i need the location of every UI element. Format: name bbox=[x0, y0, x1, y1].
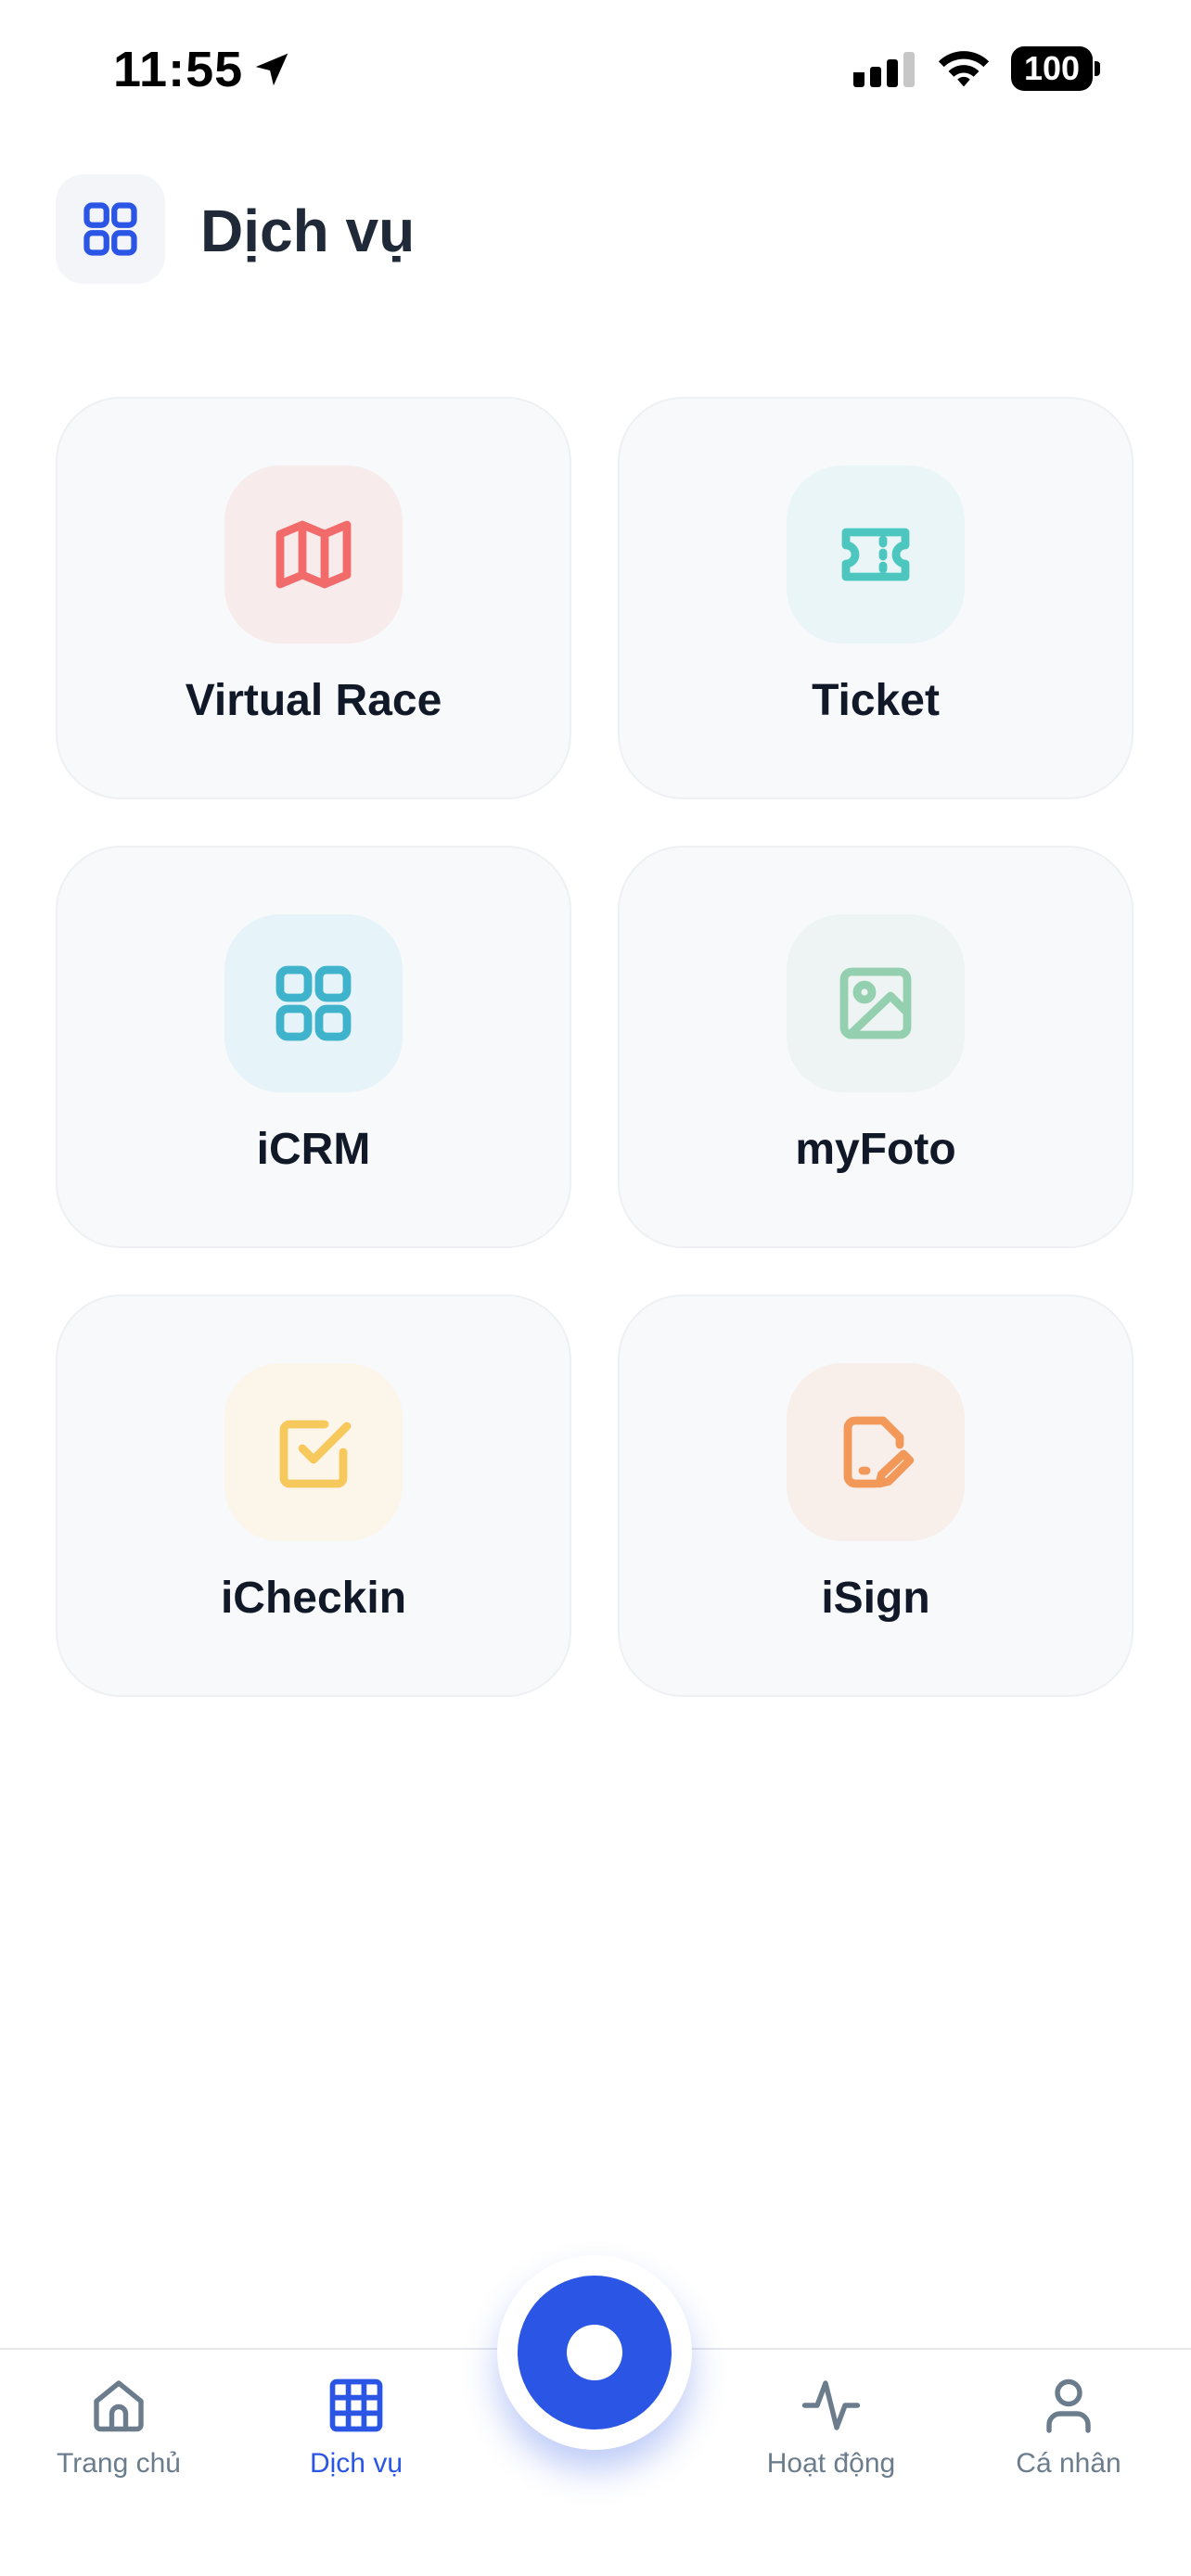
nav-label: Hoạt động bbox=[766, 2448, 896, 2479]
battery-icon: 100 bbox=[1011, 46, 1100, 91]
nav-item-profile[interactable]: Cá nhân bbox=[967, 2372, 1171, 2480]
service-card-icrm[interactable]: iCRM bbox=[56, 846, 571, 1248]
image-icon bbox=[839, 967, 912, 1039]
checkbox-icon bbox=[279, 1420, 352, 1488]
nav-label: Trang chủ bbox=[57, 2448, 181, 2479]
grid-icon bbox=[275, 965, 352, 1041]
grid-icon bbox=[329, 2378, 383, 2432]
file-signature-icon bbox=[843, 1416, 915, 1488]
service-icon-box bbox=[224, 465, 403, 644]
service-label: iCheckin bbox=[220, 1574, 407, 1623]
center-action-button[interactable] bbox=[518, 2276, 672, 2429]
service-label: myFoto bbox=[795, 1125, 956, 1174]
service-icon-box bbox=[787, 914, 965, 1092]
ticket-icon bbox=[841, 528, 910, 581]
page-title: Dịch vụ bbox=[200, 198, 416, 264]
nav-item-activity[interactable]: Hoạt động bbox=[729, 2372, 933, 2480]
service-label: Ticket bbox=[812, 676, 940, 725]
service-card-ticket[interactable]: Ticket bbox=[618, 397, 1133, 799]
battery-level: 100 bbox=[1011, 46, 1093, 91]
nav-item-services[interactable]: Dịch vụ bbox=[254, 2372, 458, 2480]
service-icon-box bbox=[787, 465, 965, 644]
service-icon-box bbox=[787, 1363, 965, 1541]
nav-item-home[interactable]: Trang chủ bbox=[17, 2372, 221, 2480]
service-card-myfoto[interactable]: myFoto bbox=[618, 846, 1133, 1248]
service-icon-box bbox=[224, 914, 403, 1092]
service-card-isign[interactable]: iSign bbox=[618, 1294, 1133, 1697]
location-arrow-icon bbox=[255, 53, 288, 86]
home-icon bbox=[94, 2380, 144, 2432]
header-icon-box bbox=[56, 174, 165, 284]
service-label: iCRM bbox=[256, 1125, 371, 1174]
grid-icon bbox=[83, 202, 137, 256]
activity-icon bbox=[801, 2380, 861, 2430]
status-time: 11:55 bbox=[113, 42, 244, 97]
nav-label: Cá nhân bbox=[1016, 2448, 1121, 2479]
service-icon-box bbox=[224, 1363, 403, 1541]
service-label: Virtual Race bbox=[185, 676, 442, 725]
status-bar: 11:55 100 bbox=[0, 0, 1191, 139]
service-card-icheckin[interactable]: iCheckin bbox=[56, 1294, 571, 1697]
signal-icon bbox=[853, 52, 915, 87]
service-label: iSign bbox=[821, 1574, 930, 1623]
wifi-icon bbox=[938, 51, 990, 87]
user-icon bbox=[1046, 2378, 1091, 2433]
map-icon bbox=[275, 520, 352, 589]
service-card-virtual-race[interactable]: Virtual Race bbox=[56, 397, 571, 799]
record-icon bbox=[567, 2325, 622, 2380]
nav-label: Dịch vụ bbox=[309, 2448, 403, 2479]
